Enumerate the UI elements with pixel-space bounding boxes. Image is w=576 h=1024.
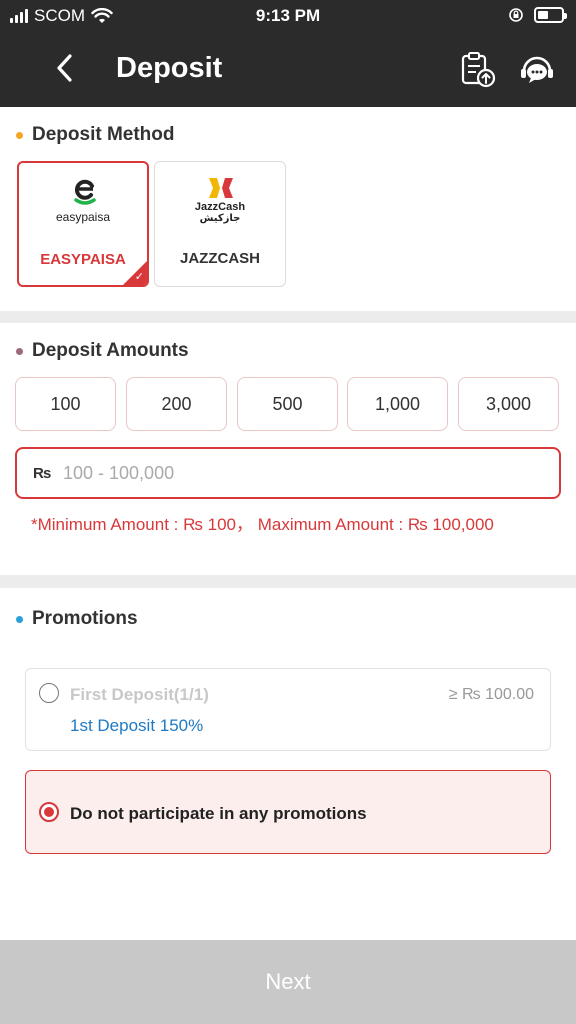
check-icon: ✓ [134,271,144,283]
section-dot-icon [16,131,23,139]
promo-first-deposit[interactable]: First Deposit(1/1) ≥ ₨ 100.00 1st Deposi… [25,668,551,751]
promotions-title: Promotions [32,608,138,629]
deposit-amounts-section: Deposit Amounts 100 200 500 1,000 3,000 … [0,323,576,575]
promo-name: Do not participate in any promotions [70,804,367,823]
currency-symbol: ₨ [33,465,52,482]
orientation-lock-icon [509,8,523,22]
status-bar: SCOM 9:13 PM [0,0,576,32]
section-dot-icon [16,615,23,623]
amount-preset-200[interactable]: 200 [126,377,227,431]
jazzcash-logo-urdu: جازکیش [199,213,241,224]
amount-preset-100[interactable]: 100 [15,377,116,431]
deposit-method-section: Deposit Method easypaisa EASYPAISA ✓ Jaz… [0,107,576,311]
deposit-records-button[interactable] [458,50,498,90]
deposit-amounts-title: Deposit Amounts [32,340,189,361]
jazzcash-logo-icon [209,178,233,198]
promo-no-participation[interactable]: Do not participate in any promotions [25,770,551,854]
app-header: Deposit [0,32,576,107]
back-icon [57,54,72,82]
battery-icon [534,7,567,23]
deposit-method-title: Deposit Method [32,124,175,145]
amount-input-box: ₨ [15,447,561,499]
amount-preset-3000[interactable]: 3,000 [458,377,559,431]
amount-preset-500[interactable]: 500 [237,377,338,431]
next-button[interactable]: Next [0,940,576,1024]
amount-limit-note: *Minimum Amount : ₨ 100， Maximum Amount … [31,515,494,534]
amount-preset-1000[interactable]: 1,000 [347,377,448,431]
status-time: 9:13 PM [255,6,321,25]
page-title: Deposit [116,52,223,84]
method-jazzcash[interactable]: JazzCash جازکیش JAZZCASH [154,161,286,287]
promo-name: First Deposit(1/1) [70,685,209,704]
method-label: JAZZCASH [179,250,260,267]
method-easypaisa[interactable]: easypaisa EASYPAISA ✓ [17,161,149,287]
easypaisa-logo-text: easypaisa [55,210,111,224]
clipboard-upload-icon [461,52,496,88]
customer-support-icon [521,56,553,83]
promo-description: 1st Deposit 150% [70,716,204,735]
promo-minimum: ≥ ₨ 100.00 [448,686,534,703]
jazzcash-logo-text: JazzCash [194,201,246,213]
section-dot-icon [16,347,23,355]
customer-support-button[interactable] [517,50,557,90]
radio-button-selected[interactable] [39,802,59,822]
easypaisa-logo-icon [74,179,96,205]
back-button[interactable] [48,50,84,86]
amount-input[interactable] [63,457,543,489]
radio-button[interactable] [39,683,59,703]
promotions-section: Promotions First Deposit(1/1) ≥ ₨ 100.00… [0,588,576,940]
